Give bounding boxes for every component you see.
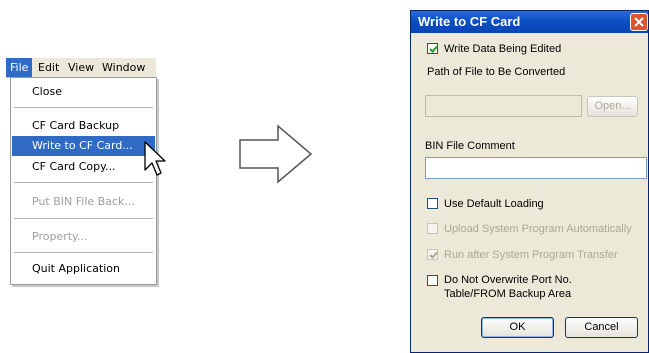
menu-edit[interactable]: Edit [34,58,63,77]
menu-item-label: Put BIN File Back... [32,195,135,208]
menu-separator [14,107,153,108]
ok-button[interactable]: OK [481,317,554,338]
use-default-loading-checkbox[interactable]: Use Default Loading [427,196,637,212]
menu-separator [14,182,153,183]
use-default-loading-label: Use Default Loading [444,198,544,210]
do-not-overwrite-label: Do Not Overwrite Port No. Table/FROM Bac… [444,273,572,301]
checkmark-icon [429,45,438,53]
cancel-button[interactable]: Cancel [565,317,638,338]
menu-item-label: CF Card Backup [32,119,120,132]
menu-view[interactable]: View [64,58,98,77]
menu-item-cf-card-backup[interactable]: CF Card Backup [12,116,155,136]
bin-comment-label: BIN File Comment [425,140,515,152]
menu-item-cf-card-copy[interactable]: CF Card Copy... [12,157,155,177]
menu-item-label: Close [32,85,62,98]
menu-item-quit-application[interactable]: Quit Application [12,259,155,279]
file-menu-screenshot: File Edit View Window Close CF Card Back… [6,58,157,285]
path-label: Path of File to Be Converted [427,66,566,78]
menu-bar: File Edit View Window [6,58,156,78]
do-not-overwrite-line2: Table/FROM Backup Area [444,288,572,300]
menu-file[interactable]: File [6,58,33,77]
ok-button-label: OK [509,321,526,333]
menu-item-label: CF Card Copy... [32,160,116,173]
menu-item-label: Write to CF Card... [32,139,133,152]
dialog-title-bar[interactable]: Write to CF Card [411,11,648,33]
cancel-button-label: Cancel [584,321,619,333]
mouse-cursor-icon [144,141,166,176]
open-button-label: Open... [594,100,631,112]
run-after-transfer-label: Run after System Program Transfer [444,249,618,261]
checkmark-icon [429,251,438,259]
run-after-transfer-box[interactable] [427,249,438,260]
close-button[interactable] [630,13,648,31]
menu-item-write-to-cf-card[interactable]: Write to CF Card... [12,136,155,156]
upload-system-program-box[interactable] [427,223,438,234]
do-not-overwrite-box[interactable] [427,275,438,286]
bin-comment-input[interactable] [425,157,647,179]
open-button[interactable]: Open... [587,96,638,117]
upload-system-program-checkbox[interactable]: Upload System Program Automatically [427,221,647,237]
menu-item-close[interactable]: Close [12,82,155,102]
menu-item-label: Quit Application [32,262,120,275]
menu-window[interactable]: Window [98,58,149,77]
menu-item-label: Property... [32,230,88,243]
menu-separator [14,218,153,219]
write-data-checkbox-box[interactable] [427,43,438,54]
use-default-loading-box[interactable] [427,198,438,209]
menu-item-property[interactable]: Property... [12,227,155,247]
run-after-transfer-checkbox[interactable]: Run after System Program Transfer [427,247,647,263]
write-data-checkbox[interactable]: Write Data Being Edited [427,41,637,57]
menu-item-put-bin-file-back[interactable]: Put BIN File Back... [12,192,155,212]
do-not-overwrite-line1: Do Not Overwrite Port No. [444,274,572,286]
menu-separator [14,252,153,253]
close-icon [634,17,644,27]
file-dropdown: Close CF Card Backup Write to CF Card...… [10,77,157,285]
do-not-overwrite-checkbox[interactable]: Do Not Overwrite Port No. Table/FROM Bac… [427,273,637,303]
upload-system-program-label: Upload System Program Automatically [444,223,632,235]
write-data-label: Write Data Being Edited [444,43,562,55]
write-to-cf-card-dialog: Write to CF Card Write Data Being Edited… [410,10,649,353]
right-arrow-icon [239,124,313,184]
path-input [425,95,582,117]
dialog-title: Write to CF Card [418,14,521,29]
